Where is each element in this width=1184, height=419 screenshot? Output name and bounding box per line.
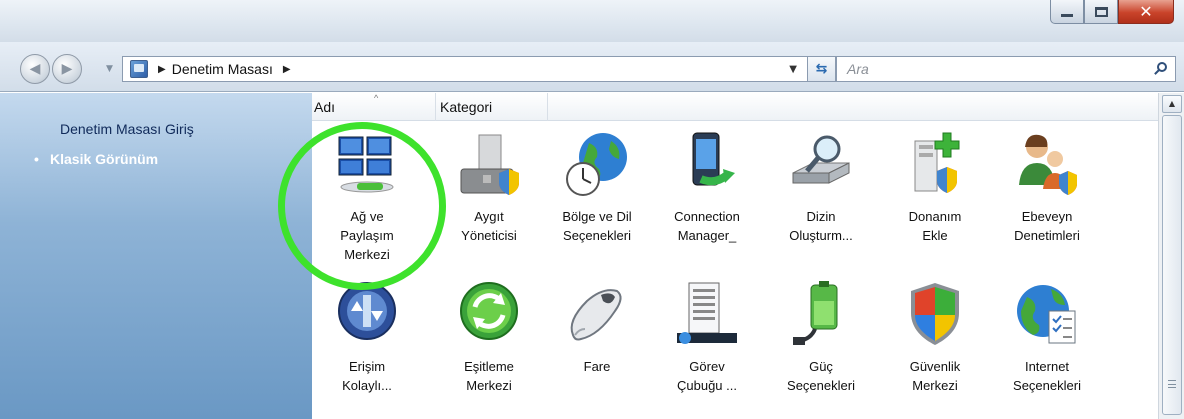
back-button[interactable]: ◀ <box>20 54 50 84</box>
region-language-icon <box>561 129 633 201</box>
item-label: Donanım Ekle <box>908 209 962 243</box>
maximize-icon <box>1094 6 1108 17</box>
item-security-center[interactable]: Güvenlik Merkezi <box>880 279 990 395</box>
item-label: Internet Seçenekleri <box>1013 359 1081 393</box>
minimize-icon <box>1061 14 1073 17</box>
minimize-button[interactable] <box>1050 0 1084 24</box>
item-add-hardware[interactable]: Donanım Ekle <box>880 129 990 245</box>
item-label: Ebeveyn Denetimleri <box>1014 209 1080 243</box>
forward-arrow-icon: ▶ <box>61 61 73 77</box>
parental-controls-icon <box>1011 129 1083 201</box>
breadcrumb-control-panel[interactable]: Denetim Masası <box>172 61 273 77</box>
back-arrow-icon: ◀ <box>29 61 41 77</box>
item-label: Güç Seçenekleri <box>787 359 855 393</box>
taskbar-icon <box>671 279 743 351</box>
maximize-button[interactable] <box>1084 0 1118 24</box>
item-region-language[interactable]: Bölge ve Dil Seçenekleri <box>542 129 652 245</box>
column-header-category[interactable]: Kategori <box>436 93 548 121</box>
internet-options-icon <box>1011 279 1083 351</box>
scroll-thumb[interactable] <box>1162 115 1182 415</box>
item-label: Eşitleme Merkezi <box>464 359 514 393</box>
breadcrumb-separator-icon[interactable]: ▶ <box>158 64 166 75</box>
refresh-icon: ⇆ <box>815 61 828 77</box>
sort-ascending-icon: ^ <box>374 93 379 103</box>
add-hardware-icon <box>899 129 971 201</box>
sidebar-item-label: Klasik Görünüm <box>50 151 159 167</box>
sync-center-icon <box>453 279 525 351</box>
item-taskbar[interactable]: Görev Çubuğu ... <box>652 279 762 395</box>
address-bar[interactable]: ▶ Denetim Masası ▶ ▼ <box>122 56 808 82</box>
security-center-icon <box>899 279 971 351</box>
scroll-up-icon: ▲ <box>1168 99 1176 108</box>
item-label: Güvenlik Merkezi <box>909 359 961 393</box>
power-options-icon <box>785 279 857 351</box>
scroll-up-button[interactable]: ▲ <box>1162 95 1182 113</box>
item-indexing[interactable]: Dizin Oluşturm... <box>766 129 876 245</box>
item-internet-options[interactable]: Internet Seçenekleri <box>992 279 1102 395</box>
item-ease-of-access[interactable]: Erişim Kolaylı... <box>312 279 422 395</box>
item-label: Fare <box>583 359 611 374</box>
item-device-manager[interactable]: Aygıt Yöneticisi <box>434 129 544 245</box>
item-parental-controls[interactable]: Ebeveyn Denetimleri <box>992 129 1102 245</box>
breadcrumb-expand-icon[interactable]: ▶ <box>283 64 291 75</box>
recent-pages-dropdown-icon[interactable]: ▼ <box>106 64 113 74</box>
bullet-icon: • <box>34 151 39 167</box>
close-button[interactable]: ✕ <box>1118 0 1174 24</box>
item-label: Connection Manager_ <box>674 209 740 243</box>
search-icon[interactable] <box>1153 61 1169 77</box>
search-input[interactable]: Ara <box>836 56 1176 82</box>
control-panel-icon <box>130 60 148 78</box>
grip-icon <box>1168 380 1176 388</box>
item-label: Erişim Kolaylı... <box>342 359 392 393</box>
refresh-button[interactable]: ⇆ <box>808 56 836 82</box>
window-controls: ✕ <box>1050 0 1174 26</box>
sidebar-item-classic-view[interactable]: • Klasik Görünüm <box>34 151 158 167</box>
item-mouse[interactable]: Fare <box>542 279 652 376</box>
forward-button[interactable]: ▶ <box>52 54 82 84</box>
column-headers: ^ Adı Kategori <box>312 93 1158 121</box>
item-connection-manager[interactable]: Connection Manager_ <box>652 129 762 245</box>
item-label: Aygıt Yöneticisi <box>461 209 517 243</box>
items-view: ^ Adı Kategori Ağ ve Paylaşım Merkezi Ay… <box>312 93 1158 419</box>
item-label: Dizin Oluşturm... <box>789 209 853 243</box>
item-sync-center[interactable]: Eşitleme Merkezi <box>434 279 544 395</box>
connection-manager-icon <box>671 129 743 201</box>
mouse-icon <box>561 279 633 351</box>
navigation-bar: ◀ ▶ ▼ ▶ Denetim Masası ▶ ▼ ⇆ Ara <box>0 42 1184 92</box>
title-bar: ✕ <box>0 0 1184 42</box>
indexing-icon <box>785 129 857 201</box>
task-pane: Denetim Masası Giriş • Klasik Görünüm <box>0 93 312 419</box>
item-label: Görev Çubuğu ... <box>677 359 737 393</box>
sidebar-item-home[interactable]: Denetim Masası Giriş <box>60 121 194 137</box>
search-placeholder: Ara <box>847 61 869 77</box>
close-icon: ✕ <box>1139 2 1153 21</box>
vertical-scrollbar[interactable]: ▲ <box>1158 93 1184 419</box>
column-header-name[interactable]: ^ Adı <box>312 93 436 121</box>
column-header-name-label: Adı <box>314 99 336 115</box>
item-power-options[interactable]: Güç Seçenekleri <box>766 279 876 395</box>
device-manager-icon <box>453 129 525 201</box>
address-dropdown-icon[interactable]: ▼ <box>789 64 797 75</box>
item-label: Bölge ve Dil Seçenekleri <box>562 209 632 243</box>
